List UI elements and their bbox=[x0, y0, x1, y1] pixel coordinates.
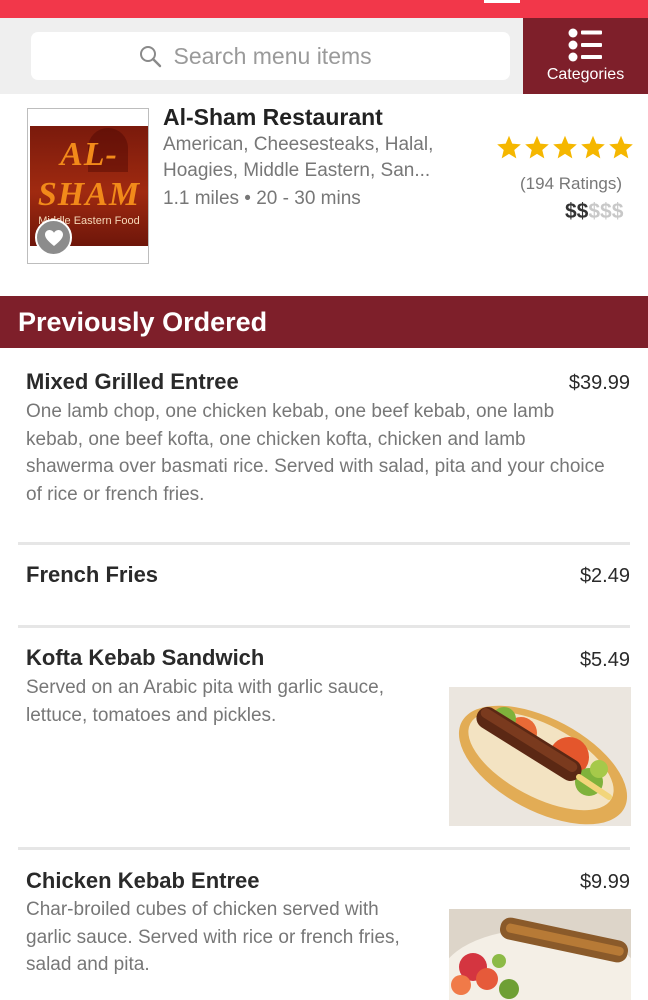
menu-item[interactable]: Kofta Kebab Sandwich $5.49 Served on an … bbox=[18, 625, 631, 849]
menu-item-name: Kofta Kebab Sandwich bbox=[26, 645, 265, 670]
heart-icon bbox=[44, 229, 63, 246]
tab-indicator bbox=[484, 0, 520, 3]
menu-item-price: $5.49 bbox=[579, 649, 630, 671]
menu-item-name: Mixed Grilled Entree bbox=[26, 369, 239, 394]
categories-label: Categories bbox=[546, 66, 625, 83]
star-icon bbox=[497, 135, 521, 159]
restaurant-cuisines: American, Cheesesteaks, Halal, Hoagies, … bbox=[163, 134, 434, 181]
menu-item-description: One lamb chop, one chicken kebab, one be… bbox=[26, 401, 605, 505]
rating-stars bbox=[495, 134, 635, 161]
menu-item-name: French Fries bbox=[26, 562, 159, 587]
favorite-button[interactable] bbox=[35, 219, 72, 256]
menu-item[interactable]: French Fries $2.49 bbox=[18, 542, 630, 626]
ratings-count: (194 Ratings) bbox=[520, 174, 623, 193]
price-level: $$$$$ bbox=[565, 200, 623, 224]
menu-item-price: $39.99 bbox=[568, 372, 630, 394]
menu-item-name: Chicken Kebab Entree bbox=[26, 868, 260, 893]
price-level-active: $$ bbox=[565, 200, 589, 223]
menu-item[interactable]: Mixed Grilled Entree $39.99 One lamb cho… bbox=[18, 348, 630, 543]
item-divider bbox=[18, 847, 630, 850]
restaurant-header: AL- SHAM Middle Eastern Food Al-Sham Res… bbox=[0, 94, 648, 296]
menu-item[interactable]: Chicken Kebab Entree $9.99 Char-broiled … bbox=[18, 847, 631, 1000]
menu-item-description: Char-broiled cubes of chicken served wit… bbox=[26, 899, 400, 975]
menu-item-photo bbox=[449, 909, 631, 1000]
item-divider bbox=[18, 542, 630, 545]
star-icon bbox=[581, 135, 605, 159]
search-icon bbox=[139, 46, 161, 68]
search-row: Categories bbox=[0, 18, 648, 94]
logo-text-line2: SHAM bbox=[37, 176, 141, 213]
categories-button[interactable]: Categories bbox=[523, 18, 648, 94]
star-icon bbox=[609, 135, 633, 159]
search-box[interactable] bbox=[31, 32, 510, 80]
star-icon bbox=[525, 135, 549, 159]
list-icon bbox=[568, 28, 602, 62]
logo-text-line1: AL- bbox=[60, 136, 118, 173]
restaurant-logo-frame: AL- SHAM Middle Eastern Food bbox=[27, 108, 149, 264]
menu-item-price: $2.49 bbox=[579, 565, 630, 587]
menu-item-photo bbox=[449, 687, 631, 826]
search-input[interactable] bbox=[173, 42, 404, 70]
status-bar bbox=[0, 0, 648, 18]
restaurant-distance-time: 1.1 miles • 20 - 30 mins bbox=[163, 188, 361, 209]
star-icon bbox=[553, 135, 577, 159]
restaurant-name: Al-Sham Restaurant bbox=[163, 104, 383, 130]
price-level-inactive: $$$ bbox=[588, 200, 624, 223]
menu-item-price: $9.99 bbox=[579, 871, 630, 893]
menu-item-description: Served on an Arabic pita with garlic sau… bbox=[26, 677, 385, 726]
item-divider bbox=[18, 625, 630, 628]
section-header-previously-ordered: Previously Ordered bbox=[0, 296, 648, 348]
